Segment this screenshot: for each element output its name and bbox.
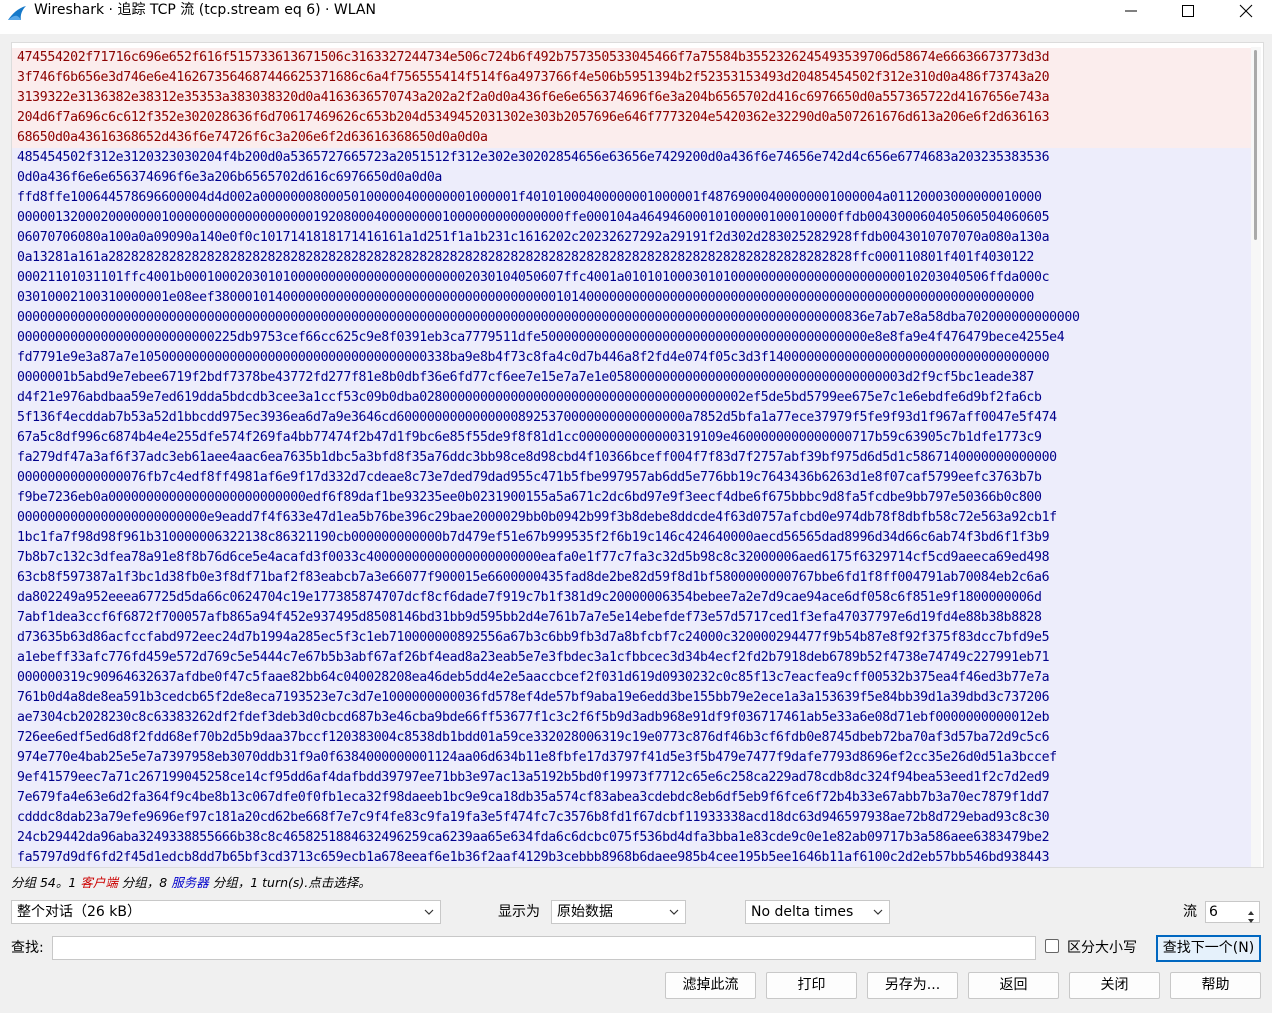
status-suffix: 分组，1 turn(s).点击选择。	[208, 875, 371, 890]
server-data-line[interactable]: 761b0d4a8de8ea591b3cedcb65f2de8eca719352…	[12, 688, 1252, 708]
delta-times-select-value: No delta times	[751, 904, 854, 920]
server-data-line[interactable]: 0d0a436f6e6e656374696f6e3a206b6565702d61…	[12, 168, 1252, 188]
help-button[interactable]: 帮助	[1170, 972, 1261, 999]
server-data-line[interactable]: 00021101031101ffc4001b000100020301010000…	[12, 268, 1252, 288]
maximize-icon	[1182, 5, 1194, 17]
status-prefix: 分组 54。1	[11, 875, 81, 890]
server-data-line[interactable]: 67a5c8df996c6874b4e4e255dfe574f269fa4bb7…	[12, 428, 1252, 448]
find-input[interactable]	[52, 936, 1036, 960]
spin-up-icon[interactable]	[1245, 903, 1257, 915]
back-button[interactable]: 返回	[968, 972, 1059, 999]
maximize-button[interactable]	[1160, 0, 1218, 20]
case-sensitive-checkbox[interactable]	[1045, 939, 1059, 953]
scrollbar-thumb[interactable]	[1254, 50, 1257, 240]
server-data-line[interactable]: 9ef41579eec7a71c267199045258ce14cf95dd6a…	[12, 768, 1252, 788]
server-data-line[interactable]: d73635b63d86acfccfabd972eec24d7b1994a285…	[12, 628, 1252, 648]
title-bar: Wireshark · 追踪 TCP 流 (tcp.stream eq 6) ·…	[0, 0, 1272, 34]
server-data-line[interactable]: fa279df47a3af6f37adc3eb61aee4aac6ea7635b…	[12, 448, 1252, 468]
server-data-line[interactable]: 726ee6edf5ed6d8f2fdd68ef70b2d5b9daa37bcc…	[12, 728, 1252, 748]
server-data-line[interactable]: 24cb29442da96aba3249338855666b38c8c46582…	[12, 828, 1252, 848]
status-client-word[interactable]: 客户端	[80, 875, 118, 890]
stream-text[interactable]: 474554202f71716c696e652f616f515733613671…	[12, 48, 1252, 867]
format-label: 显示为	[498, 904, 540, 920]
server-data-line[interactable]: 1bc1fa7f98d98f961b310000006322138c863211…	[12, 528, 1252, 548]
case-sensitive-label[interactable]: 区分大小写	[1067, 937, 1137, 959]
client-data-line[interactable]: 3139322e3136382e38312e35353a383038320d0a…	[12, 88, 1252, 108]
minimize-button[interactable]	[1103, 0, 1161, 20]
client-data-line[interactable]: 68650d0a43616368652d436f6e74726f6c3a206e…	[12, 128, 1252, 148]
server-data-line[interactable]: cdddc8dab23a79efe9696ef97c181a20cd62be66…	[12, 808, 1252, 828]
server-data-line[interactable]: 0000001b5abd9e7ebee6719f2bdf7378be43772f…	[12, 368, 1252, 388]
close-window-button[interactable]	[1218, 0, 1272, 20]
vertical-scrollbar[interactable]	[1251, 47, 1261, 867]
window-title: Wireshark · 追踪 TCP 流 (tcp.stream eq 6) ·…	[34, 2, 376, 18]
server-data-line[interactable]: 0a13281a161a2828282828282828282828282828…	[12, 248, 1252, 268]
stream-number-spinbox[interactable]: 6	[1205, 901, 1260, 923]
client-data-line[interactable]: 204d6f7a696c6c612f352e302028636f6d706174…	[12, 108, 1252, 128]
server-data-line[interactable]: 7abf1dea3ccf6f6872f700057afb865a94f452e9…	[12, 608, 1252, 628]
server-data-line[interactable]: 00000000000000076fb7c4edf8ff4981af6e9f17…	[12, 468, 1252, 488]
status-server-word[interactable]: 服务器	[171, 875, 209, 890]
client-data-line[interactable]: 3f746f6b656e3d746e6e41626735646874466253…	[12, 68, 1252, 88]
server-data-line[interactable]: a1ebeff33afc776fd459e572d769c5e5444c7e67…	[12, 648, 1252, 668]
server-data-line[interactable]: 0000000000000000000000000e9eadd7f4f633e4…	[12, 508, 1252, 528]
server-data-line[interactable]: f9be7236eb0a00000000000000000000000000ed…	[12, 488, 1252, 508]
server-data-line[interactable]: ffd8ffe100644578696600004d4d002a00000008…	[12, 188, 1252, 208]
print-button[interactable]: 打印	[766, 972, 857, 999]
server-data-line[interactable]: 5f136f4ecddab7b53a52d1bbcdd975ec3936ea6d…	[12, 408, 1252, 428]
minimize-icon	[1125, 10, 1137, 12]
stream-status: 分组 54。1 客户端 分组，8 服务器 分组，1 turn(s).点击选择。	[11, 875, 371, 891]
chevron-down-icon	[669, 909, 679, 915]
server-data-line[interactable]: 485454502f312e3120323030204f4b200d0a5365…	[12, 148, 1252, 168]
server-data-line[interactable]: 0000013200020000000100000000000000000001…	[12, 208, 1252, 228]
client-data-line[interactable]: 474554202f71716c696e652f616f515733613671…	[12, 48, 1252, 68]
close-button[interactable]: 关闭	[1069, 972, 1160, 999]
server-data-line[interactable]: fa5797d9df6fd2f45d1edcb8dd7b65bf3cd3713c…	[12, 848, 1252, 867]
spin-down-icon[interactable]	[1245, 912, 1257, 923]
server-data-line[interactable]: 06070706080a100a0a09090a140e0f0c10171418…	[12, 228, 1252, 248]
save-as-button[interactable]: 另存为...	[867, 972, 958, 999]
server-data-line[interactable]: d4f21e976abdbaa59e7ed619dda5bdcdb3cee3a1…	[12, 388, 1252, 408]
server-data-line[interactable]: 7e679fa4e63e6d2fa364f9c4be8b13c067dfe0f0…	[12, 788, 1252, 808]
server-data-line[interactable]: 0000000000000000000000000000000000000000…	[12, 308, 1252, 328]
format-select[interactable]: 原始数据	[551, 900, 686, 924]
server-data-line[interactable]: da802249a952eeea67725d5da66c0624704c19e1…	[12, 588, 1252, 608]
server-data-line[interactable]: 03010002100310000001e08eef38000101400000…	[12, 288, 1252, 308]
server-data-line[interactable]: 00000000000000000000000000225db9753cef66…	[12, 328, 1252, 348]
chevron-down-icon	[424, 909, 434, 915]
server-data-line[interactable]: 974e770e4bab25e5e7a7397958eb3070ddb31f9a…	[12, 748, 1252, 768]
spin-arrows[interactable]	[1245, 903, 1257, 923]
server-data-line[interactable]: 7b8b7c132c3dfea78a91e8f8b76d6ce5e4acafd3…	[12, 548, 1252, 568]
format-select-value: 原始数据	[557, 904, 613, 920]
status-middle: 分组，8	[117, 875, 172, 890]
server-data-line[interactable]: 63cb8f597387a1f3bc1d38fb0e3f8df71baf2f83…	[12, 568, 1252, 588]
chevron-down-icon	[873, 909, 883, 915]
stream-number-label: 流	[1183, 904, 1197, 920]
close-icon	[1239, 4, 1253, 18]
server-data-line[interactable]: fd7791e9e3a87a7e105000000000000000000000…	[12, 348, 1252, 368]
conversation-select[interactable]: 整个对话（26 kB）	[11, 900, 441, 924]
server-data-line[interactable]: ae7304cb2028230c8c63383262df2fdef3deb3d0…	[12, 708, 1252, 728]
stream-content-pane[interactable]: 474554202f71716c696e652f616f515733613671…	[11, 42, 1264, 868]
stream-number-value: 6	[1209, 904, 1218, 920]
conversation-select-value: 整个对话（26 kB）	[17, 904, 141, 920]
find-next-button[interactable]: 查找下一个(N)	[1156, 935, 1261, 962]
find-label: 查找:	[11, 940, 44, 956]
delta-times-select[interactable]: No delta times	[745, 900, 890, 924]
wireshark-fin-icon	[6, 4, 28, 22]
server-data-line[interactable]: 000000319c90964632637afdbe0f47c5faae82bb…	[12, 668, 1252, 688]
filter-out-stream-button[interactable]: 滤掉此流	[665, 972, 756, 999]
